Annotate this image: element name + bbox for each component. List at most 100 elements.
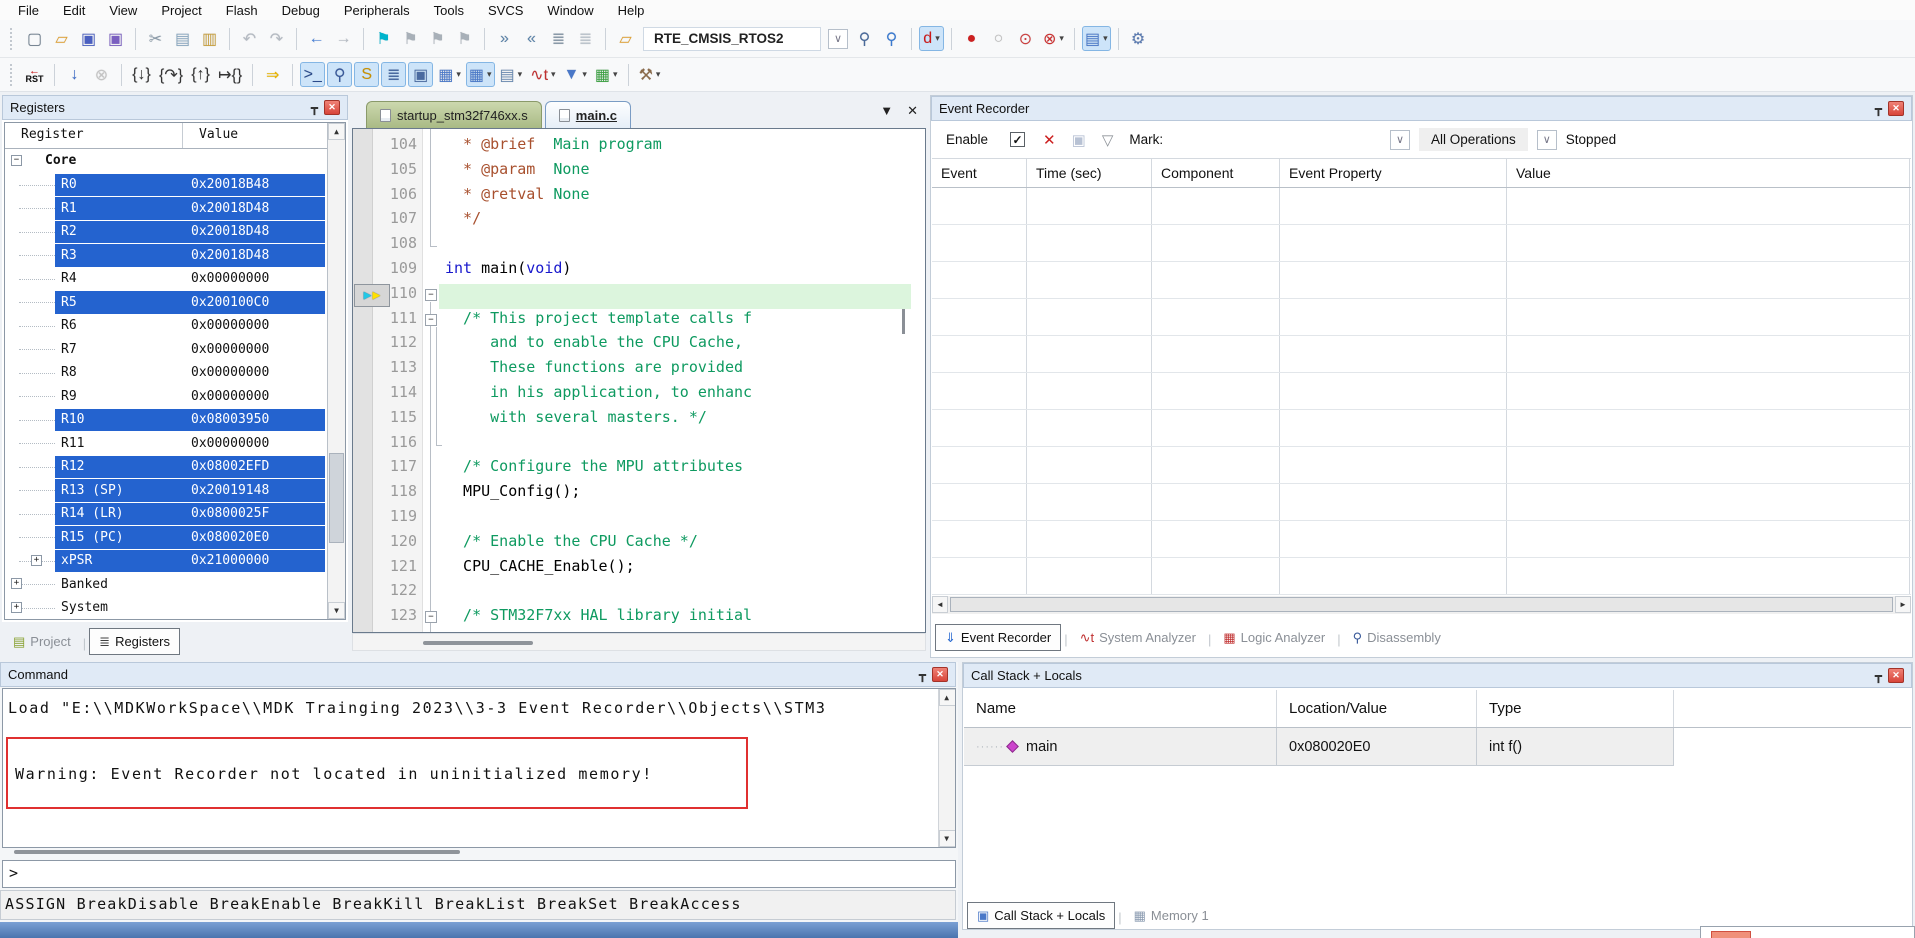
disable-breakpoint-icon[interactable]: ○	[986, 26, 1011, 51]
system-viewer-icon[interactable]: ▦▾	[592, 62, 621, 87]
register-row-r12[interactable]: R120x08002EFD	[5, 456, 327, 480]
configure-wrench-icon[interactable]: ⚙	[1126, 26, 1151, 51]
tab-disassembly[interactable]: ⚲Disassembly	[1344, 624, 1450, 651]
registers-vertical-scrollbar[interactable]: ▲ ▼	[327, 123, 345, 619]
code-line-108[interactable]: 108	[353, 234, 925, 259]
stop-icon[interactable]: ⊗	[89, 62, 114, 87]
dropdown-arrow-icon[interactable]: ▾	[1103, 33, 1108, 44]
event-table-header[interactable]: EventTime (sec)ComponentEvent PropertyVa…	[932, 159, 1911, 188]
symbol-window-icon[interactable]: S	[354, 62, 379, 87]
callstack-column-name[interactable]: Name	[964, 690, 1277, 727]
copy-icon[interactable]: ▤	[170, 26, 195, 51]
tab-event-recorder[interactable]: ⇓Event Recorder	[935, 624, 1061, 651]
step-in-icon[interactable]: {↓}	[129, 62, 154, 87]
memory-window-icon[interactable]: ▦▾	[466, 62, 495, 87]
code-line-118[interactable]: 118 MPU_Config();	[353, 482, 925, 507]
undo-icon[interactable]: ↶	[237, 26, 262, 51]
register-row-r8[interactable]: R80x00000000	[5, 362, 327, 386]
scroll-up-icon[interactable]: ▲	[939, 689, 956, 706]
callstack-window-icon[interactable]: ▣	[408, 62, 433, 87]
toolbar-grip[interactable]	[10, 28, 13, 50]
register-row-xpsr[interactable]: +xPSR0x21000000	[5, 550, 327, 574]
disassembly-window-icon[interactable]: ⚲	[327, 62, 352, 87]
scrollbar-thumb[interactable]	[423, 641, 533, 645]
menu-file[interactable]: File	[8, 2, 49, 19]
callstack-table-header[interactable]: NameLocation/ValueType	[964, 690, 1911, 728]
event-column-event-property[interactable]: Event Property	[1280, 159, 1507, 187]
save-all-icon[interactable]: ▣	[103, 26, 128, 51]
menu-flash[interactable]: Flash	[216, 2, 268, 19]
bookmark-clear-icon[interactable]: ⚑	[452, 26, 477, 51]
register-row-r5[interactable]: R50x200100C0	[5, 291, 327, 315]
menu-edit[interactable]: Edit	[53, 2, 95, 19]
code-line-120[interactable]: 120 /* Enable the CPU Cache */	[353, 532, 925, 557]
code-line-109[interactable]: 109int main(void)	[353, 259, 925, 284]
code-line-117[interactable]: 117 /* Configure the MPU attributes	[353, 457, 925, 482]
menu-tools[interactable]: Tools	[424, 2, 474, 19]
editor-horizontal-scrollbar[interactable]	[352, 633, 926, 651]
registers-close-icon[interactable]: ✕	[324, 100, 340, 115]
serial-window-icon[interactable]: ▤▾	[497, 62, 526, 87]
event-column-value[interactable]: Value	[1507, 159, 1910, 187]
open-folder-icon[interactable]: ▱	[49, 26, 74, 51]
menu-svcs[interactable]: SVCS	[478, 2, 533, 19]
code-line-119[interactable]: 119	[353, 507, 925, 532]
register-row-r3[interactable]: R30x20018D48	[5, 244, 327, 268]
register-row-r9[interactable]: R90x00000000	[5, 385, 327, 409]
toolbox-icon[interactable]: ⚒▾	[636, 62, 664, 87]
register-row-banked[interactable]: +Banked	[5, 573, 327, 597]
show-next-statement-icon[interactable]: ⇒	[260, 62, 285, 87]
indent-left-icon[interactable]: «	[519, 26, 544, 51]
new-file-icon[interactable]: ▢	[22, 26, 47, 51]
code-line-115[interactable]: 115 with several masters. */	[353, 408, 925, 433]
disable-all-breakpoints-icon[interactable]: ⊙	[1013, 26, 1038, 51]
code-line-106[interactable]: 106 * @retval None	[353, 185, 925, 210]
uncomment-selection-icon[interactable]: ≣	[573, 26, 598, 51]
watch-window-icon[interactable]: ▦▾	[435, 62, 464, 87]
fold-collapse-icon[interactable]: −	[425, 611, 437, 623]
editor-tab-main-c[interactable]: main.c	[545, 101, 631, 128]
command-horizontal-scrollbar[interactable]	[14, 850, 460, 854]
register-row-r10[interactable]: R100x08003950	[5, 409, 327, 433]
redo-icon[interactable]: ↷	[264, 26, 289, 51]
code-line-114[interactable]: 114 in his application, to enhanc	[353, 383, 925, 408]
paste-icon[interactable]: ▥	[197, 26, 222, 51]
edit-target-icon[interactable]: ▱	[613, 26, 638, 51]
scroll-down-icon[interactable]: ▼	[328, 602, 345, 619]
registers-column-value[interactable]: Value	[183, 123, 238, 148]
code-line-107[interactable]: 107 */	[353, 209, 925, 234]
fold-collapse-icon[interactable]: −	[425, 289, 437, 301]
enable-checkbox[interactable]: ✓	[1010, 132, 1025, 147]
register-row-r7[interactable]: R70x00000000	[5, 338, 327, 362]
tab-project[interactable]: ▤Project	[4, 628, 80, 655]
callstack-row-main[interactable]: ······ main 0x080020E0 int f()	[964, 728, 1674, 766]
event-column-event[interactable]: Event	[932, 159, 1027, 187]
window-layout-icon[interactable]: ▤▾	[1082, 26, 1111, 51]
kill-all-breakpoints-icon[interactable]: ⊗▾	[1040, 26, 1067, 51]
bookmark-next-icon[interactable]: ⚑	[425, 26, 450, 51]
register-row-r1[interactable]: R10x20018D48	[5, 197, 327, 221]
scroll-down-icon[interactable]: ▼	[939, 830, 956, 847]
bookmark-prev-icon[interactable]: ⚑	[398, 26, 423, 51]
run-icon[interactable]: ↓	[62, 62, 87, 87]
code-line-122[interactable]: 122	[353, 581, 925, 606]
command-log[interactable]: Load "E:\\MDKWorkSpace\\MDK Trainging 20…	[2, 688, 956, 848]
filter-funnel-icon[interactable]: ▽	[1102, 131, 1114, 149]
scrollbar-thumb[interactable]	[950, 597, 1893, 612]
code-line-121[interactable]: 121 CPU_CACHE_Enable();	[353, 557, 925, 582]
event-column-component[interactable]: Component	[1152, 159, 1280, 187]
tab-logic-analyzer[interactable]: ▦Logic Analyzer	[1214, 624, 1334, 651]
menu-peripherals[interactable]: Peripherals	[334, 2, 420, 19]
code-line-111[interactable]: 111 /* This project template calls f	[353, 309, 925, 334]
run-to-cursor-icon[interactable]: ↦{}	[215, 62, 245, 87]
command-vertical-scrollbar[interactable]: ▲ ▼	[938, 689, 955, 847]
command-window-icon[interactable]: >_	[300, 62, 325, 87]
dropdown-arrow-icon[interactable]: ▾	[1059, 33, 1064, 44]
menu-window[interactable]: Window	[537, 2, 603, 19]
cut-icon[interactable]: ✂	[143, 26, 168, 51]
register-row-r6[interactable]: R60x00000000	[5, 315, 327, 339]
dropdown-arrow-icon[interactable]: ▾	[456, 69, 461, 80]
register-row-r13-sp[interactable]: R13 (SP)0x20019148	[5, 479, 327, 503]
registers-pin-icon[interactable]: ┳	[311, 101, 318, 115]
status-chevron-icon[interactable]: ∨	[1537, 130, 1557, 150]
